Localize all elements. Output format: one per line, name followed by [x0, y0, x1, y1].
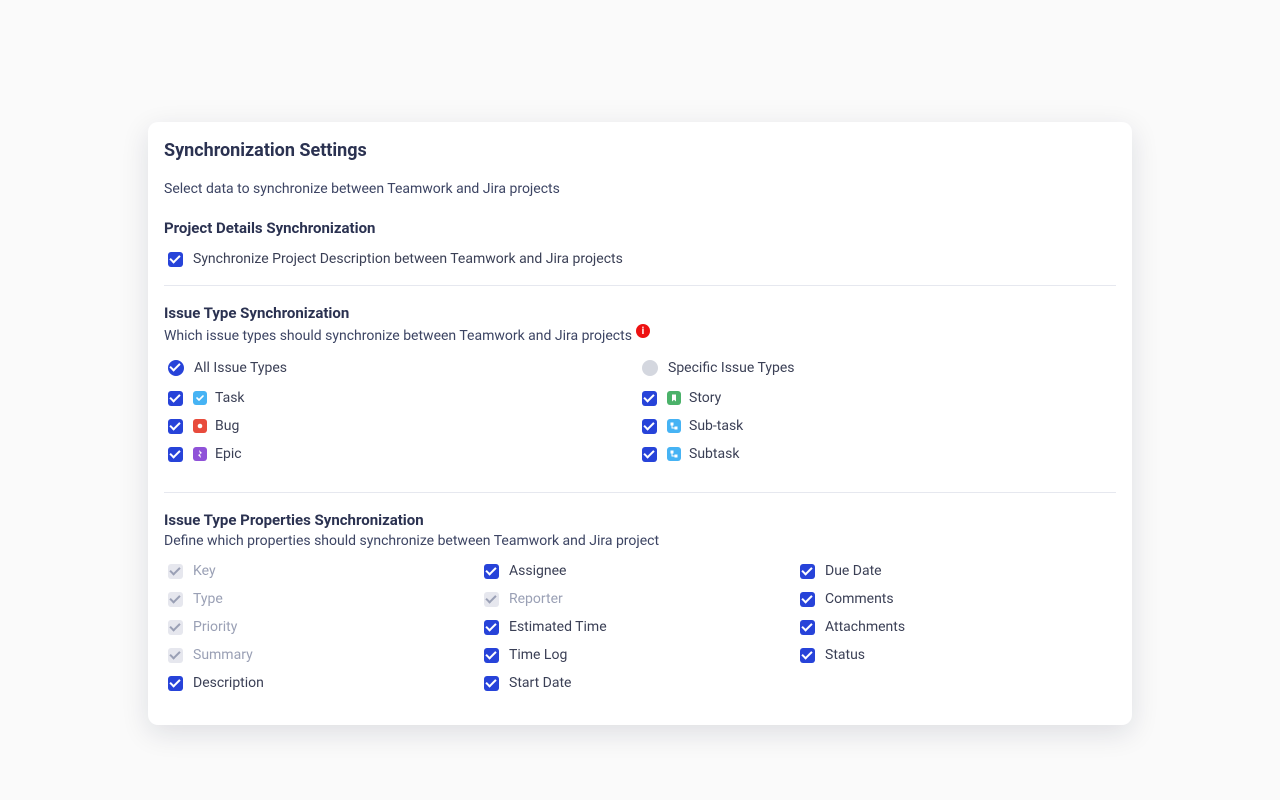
checkbox-prop-key	[168, 564, 183, 579]
checkbox-prop-comments[interactable]	[800, 592, 815, 607]
subtask-icon	[667, 419, 681, 433]
label-issue-task: Task	[215, 390, 245, 406]
label-sync-project-description: Synchronize Project Description between …	[193, 251, 623, 267]
label-prop-summary: Summary	[193, 647, 253, 663]
properties-col-3: Due Date Comments Attachments Status	[800, 563, 1116, 703]
story-icon	[667, 391, 681, 405]
checkbox-prop-assignee[interactable]	[484, 564, 499, 579]
issue-type-desc-text: Which issue types should synchronize bet…	[164, 328, 632, 344]
label-prop-due-date: Due Date	[825, 563, 882, 579]
label-prop-attachments: Attachments	[825, 619, 905, 635]
epic-icon	[193, 447, 207, 461]
issue-type-col-right: Story Sub-task Subtask	[642, 390, 1116, 474]
divider	[164, 492, 1116, 493]
radio-all-issue-types[interactable]	[168, 360, 184, 376]
label-all-issue-types: All Issue Types	[194, 360, 287, 376]
checkbox-issue-subtask2[interactable]	[642, 447, 657, 462]
radio-specific-issue-types[interactable]	[642, 360, 658, 376]
checkbox-issue-epic[interactable]	[168, 447, 183, 462]
label-prop-key: Key	[193, 563, 216, 579]
checkbox-prop-reporter	[484, 592, 499, 607]
label-issue-bug: Bug	[215, 418, 239, 434]
label-prop-description: Description	[193, 675, 264, 691]
label-prop-start-date: Start Date	[509, 675, 571, 691]
label-prop-estimated-time: Estimated Time	[509, 619, 607, 635]
properties-col-2: Assignee Reporter Estimated Time Time Lo…	[484, 563, 800, 703]
checkbox-prop-time-log[interactable]	[484, 648, 499, 663]
label-prop-assignee: Assignee	[509, 563, 566, 579]
task-icon	[193, 391, 207, 405]
checkbox-prop-description[interactable]	[168, 676, 183, 691]
checkbox-issue-story[interactable]	[642, 391, 657, 406]
label-prop-time-log: Time Log	[509, 647, 567, 663]
section-project-details-title: Project Details Synchronization	[164, 219, 1116, 237]
checkbox-prop-status[interactable]	[800, 648, 815, 663]
checkbox-sync-project-description[interactable]	[168, 252, 183, 267]
checkbox-prop-attachments[interactable]	[800, 620, 815, 635]
info-icon[interactable]: i	[636, 324, 650, 338]
checkbox-issue-task[interactable]	[168, 391, 183, 406]
label-issue-epic: Epic	[215, 446, 242, 462]
settings-panel: Synchronization Settings Select data to …	[148, 122, 1132, 725]
section-properties-desc: Define which properties should synchroni…	[164, 533, 659, 549]
issue-type-col-left: Task Bug Epic	[168, 390, 642, 474]
checkbox-prop-priority	[168, 620, 183, 635]
section-issue-type-title: Issue Type Synchronization	[164, 304, 1116, 322]
properties-col-1: Key Type Priority Summary Description	[168, 563, 484, 703]
label-prop-reporter: Reporter	[509, 591, 563, 607]
label-issue-subtask2: Subtask	[689, 446, 739, 462]
label-issue-subtask1: Sub-task	[689, 418, 743, 434]
checkbox-prop-due-date[interactable]	[800, 564, 815, 579]
label-specific-issue-types: Specific Issue Types	[668, 360, 795, 376]
checkbox-issue-subtask1[interactable]	[642, 419, 657, 434]
bug-icon	[193, 419, 207, 433]
subtask-icon	[667, 447, 681, 461]
section-issue-type-desc: Which issue types should synchronize bet…	[164, 328, 1116, 344]
label-prop-comments: Comments	[825, 591, 894, 607]
label-prop-priority: Priority	[193, 619, 237, 635]
divider	[164, 285, 1116, 286]
page-intro: Select data to synchronize between Teamw…	[164, 181, 1116, 197]
checkbox-issue-bug[interactable]	[168, 419, 183, 434]
checkbox-prop-summary	[168, 648, 183, 663]
label-prop-status: Status	[825, 647, 865, 663]
label-issue-story: Story	[689, 390, 721, 406]
checkbox-prop-estimated-time[interactable]	[484, 620, 499, 635]
section-properties-title: Issue Type Properties Synchronization	[164, 511, 1116, 529]
page-title: Synchronization Settings	[164, 140, 1116, 161]
checkbox-prop-start-date[interactable]	[484, 676, 499, 691]
checkbox-prop-type	[168, 592, 183, 607]
label-prop-type: Type	[193, 591, 223, 607]
